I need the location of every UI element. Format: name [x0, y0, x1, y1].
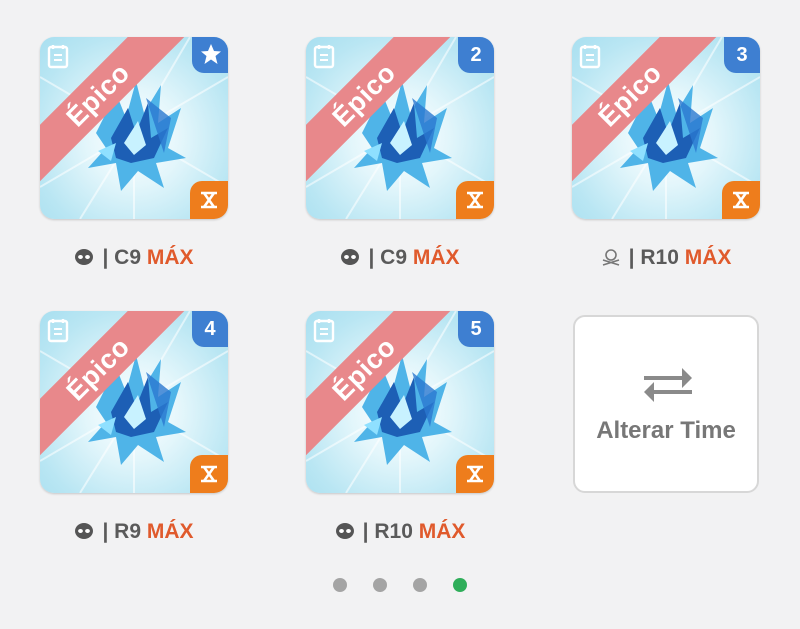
card-1-caption: | C9 MÁX [40, 246, 228, 270]
level-text: R10 [374, 520, 413, 543]
skull-icon [75, 523, 94, 539]
element-icon [201, 465, 217, 483]
star-icon [201, 44, 221, 64]
switch-team-button[interactable]: Alterar Time [573, 315, 759, 493]
book-icon [313, 319, 335, 343]
level-text: C9 [380, 246, 408, 269]
page-dot-3[interactable] [413, 578, 427, 592]
card-5-caption: | R10 MÁX [306, 520, 494, 544]
element-badge [456, 455, 494, 493]
slot-badge [192, 37, 228, 73]
element-badge [190, 455, 228, 493]
separator: | [362, 520, 369, 543]
book-icon [313, 45, 335, 69]
card-4-caption: | R9 MÁX [40, 520, 228, 544]
pagination [0, 578, 800, 594]
max-text: MÁX [146, 246, 194, 269]
level-text: R10 [640, 246, 679, 269]
book-icon [579, 45, 601, 69]
separator: | [102, 520, 109, 543]
max-text: MÁX [146, 520, 194, 543]
level-text: C9 [114, 246, 142, 269]
element-badge [722, 181, 760, 219]
dragon-card-4[interactable]: Épico 4 [40, 311, 228, 493]
crossbones-icon [602, 249, 619, 266]
switch-team-label: Alterar Time [596, 417, 736, 444]
separator: | [102, 246, 109, 269]
max-text: MÁX [418, 520, 466, 543]
slot-badge: 5 [458, 311, 494, 347]
card-3-caption: | R10 MÁX [572, 246, 760, 270]
element-icon [733, 191, 749, 209]
element-icon [201, 191, 217, 209]
page-dot-4-active[interactable] [453, 578, 467, 592]
skull-icon [341, 249, 360, 265]
max-text: MÁX [684, 246, 732, 269]
dragon-card-2[interactable]: Épico 2 [306, 37, 494, 219]
level-text: R9 [114, 520, 142, 543]
element-badge [190, 181, 228, 219]
max-text: MÁX [412, 246, 460, 269]
book-icon [47, 45, 69, 69]
card-2-caption: | C9 MÁX [306, 246, 494, 270]
dragon-card-3[interactable]: Épico 3 [572, 37, 760, 219]
separator: | [368, 246, 375, 269]
slot-badge: 3 [724, 37, 760, 73]
skull-icon [75, 249, 94, 265]
dragon-card-5[interactable]: Épico 5 [306, 311, 494, 493]
slot-badge: 4 [192, 311, 228, 347]
slot-badge: 2 [458, 37, 494, 73]
element-badge [456, 181, 494, 219]
swap-arrows-icon [644, 368, 692, 402]
skull-icon [335, 523, 354, 539]
page-dot-2[interactable] [373, 578, 387, 592]
book-icon [47, 319, 69, 343]
page-dot-1[interactable] [333, 578, 347, 592]
separator: | [628, 246, 635, 269]
element-icon [467, 465, 483, 483]
element-icon [467, 191, 483, 209]
dragon-card-1[interactable]: Épico [40, 37, 228, 219]
